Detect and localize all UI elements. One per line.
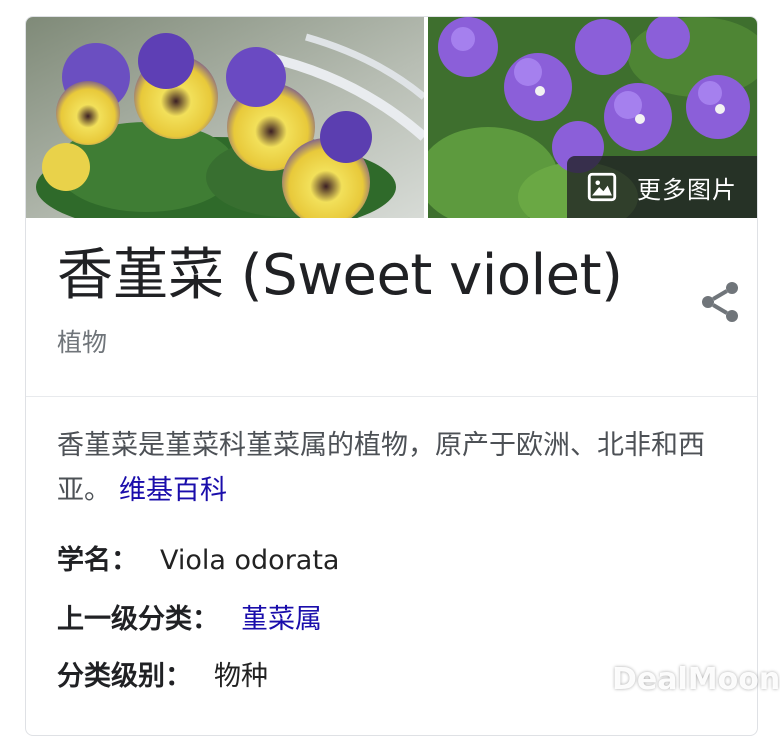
parent-taxon-link[interactable]: 堇菜属 (241, 604, 322, 635)
fact-key: 上一级分类： (57, 604, 219, 635)
more-images-label: 更多图片 (637, 175, 737, 204)
fact-scientific-name: 学名： Viola odorata (57, 541, 339, 581)
fact-key: 分类级别： (57, 661, 192, 692)
description: 香堇菜是堇菜科堇菜属的植物，原产于欧洲、北非和西亚。 维基百科 (57, 423, 732, 513)
fact-key: 学名： (57, 545, 138, 576)
more-images-button[interactable]: 更多图片 (567, 156, 757, 218)
share-icon (702, 282, 738, 322)
dealmoon-logo-icon (569, 663, 605, 695)
entity-title: 香堇菜 (Sweet violet) (57, 243, 623, 308)
knowledge-panel: 更多图片 香堇菜 (Sweet violet) 植物 香堇菜是堇菜科堇菜属的植物… (25, 16, 758, 736)
share-button[interactable] (696, 278, 744, 326)
image-strip: 更多图片 (26, 17, 757, 218)
pansy-image (26, 17, 424, 218)
image-icon (587, 172, 617, 202)
divider (26, 396, 757, 397)
watermark-text: DealMoon (612, 661, 780, 697)
fact-value: 物种 (214, 661, 268, 692)
title-row: 香堇菜 (Sweet violet) (57, 241, 747, 322)
fact-value: Viola odorata (160, 545, 340, 576)
entity-subtitle: 植物 (57, 328, 108, 357)
fact-parent-taxon: 上一级分类： 堇菜属 (57, 600, 322, 640)
violet-photo[interactable]: 更多图片 (428, 17, 757, 218)
fact-taxon-rank: 分类级别： 物种 (57, 657, 268, 697)
watermark: DealMoon (568, 660, 780, 698)
pansy-photo[interactable] (26, 17, 424, 218)
wikipedia-link[interactable]: 维基百科 (119, 475, 227, 506)
